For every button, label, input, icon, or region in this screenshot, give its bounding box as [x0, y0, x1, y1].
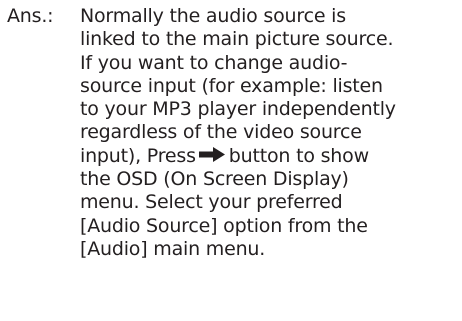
answer-line: Normally the audio source is [80, 5, 346, 27]
answer-line: the OSD (On Screen Display) [80, 168, 349, 191]
answer-line: [Audio Source] option from the [80, 214, 368, 237]
answer-text: Normally the audio source is linked to t… [80, 5, 396, 261]
right-arrow-icon [198, 147, 225, 163]
answer-line: to your MP3 player independently [80, 98, 396, 121]
answer-line: [Audio] main menu. [80, 237, 266, 260]
answer-line: menu. Select your preferred [80, 191, 343, 214]
answer-line: If you want to change audio- [80, 51, 348, 74]
answer-line: regardless of the video source [80, 121, 362, 144]
faq-answer-block: Ans.: Normally the audio source is linke… [0, 0, 462, 321]
answer-line-after-icon: button to show [228, 144, 369, 167]
answer-line: linked to the main picture source. [80, 28, 394, 51]
answer-label: Ans.: [7, 5, 54, 27]
answer-line: source input (for example: listen [80, 74, 383, 97]
answer-line-before-icon: input), Press [80, 144, 196, 167]
answer-line-with-icon: input), Press button to show [80, 145, 396, 168]
